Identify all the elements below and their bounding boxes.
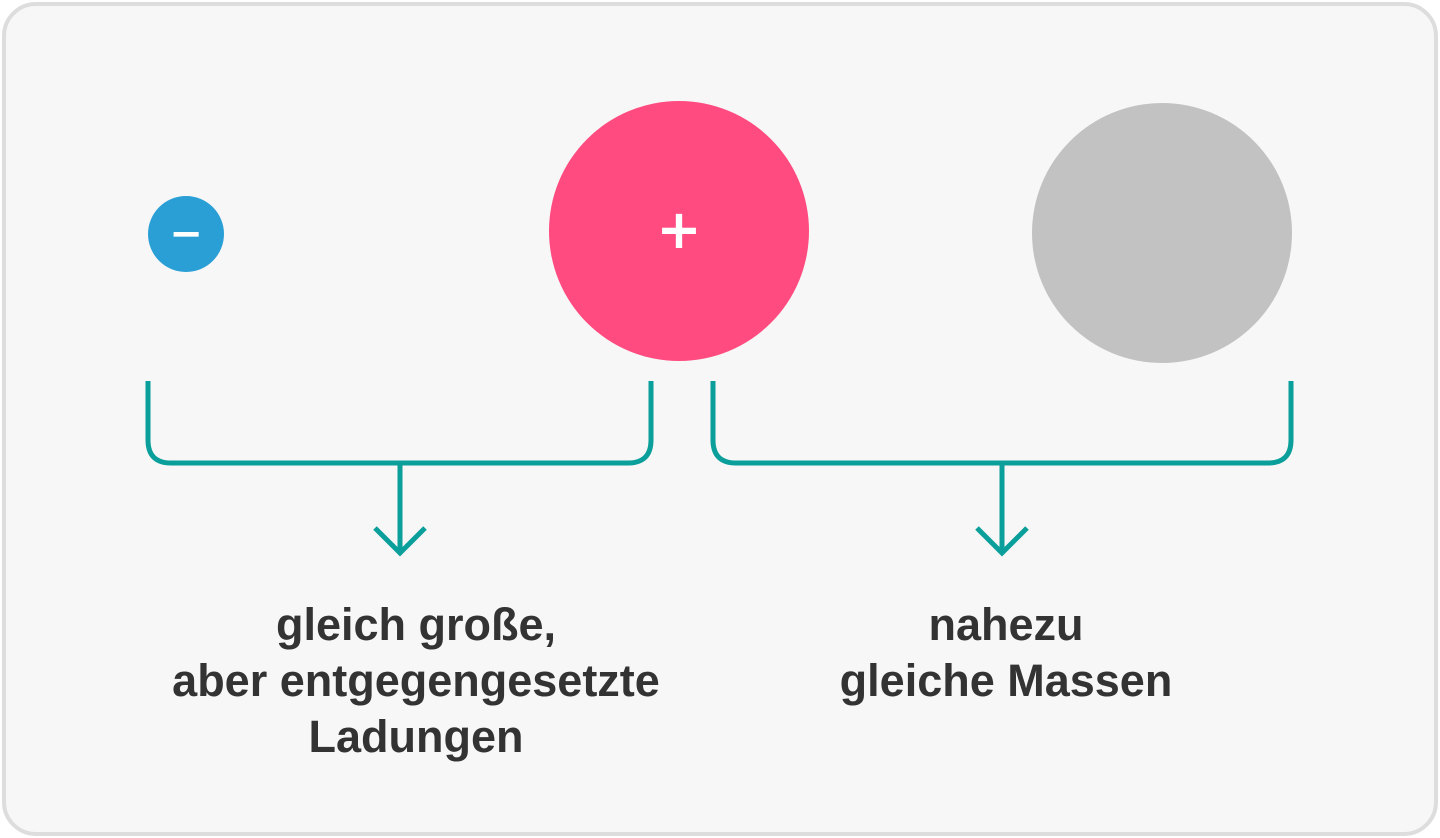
left-bracket — [145, 381, 654, 466]
right-bracket — [710, 381, 1294, 466]
mass-caption: nahezu gleiche Massen — [706, 597, 1306, 709]
mass-caption-line-2: gleiche Massen — [839, 655, 1173, 706]
charge-caption: gleich große, aber entgegengesetzte Ladu… — [86, 597, 746, 765]
charge-caption-line-2: aber entgegengesetzte — [172, 655, 660, 706]
charge-caption-line-1: gleich große, — [275, 599, 557, 650]
mass-caption-line-1: nahezu — [928, 599, 1084, 650]
diagram-panel: − + gleich große, aber entgegengesetzte … — [2, 2, 1438, 836]
charge-caption-line-3: Ladungen — [308, 711, 524, 762]
electron-sign: − — [169, 211, 203, 257]
proton-sign: + — [656, 198, 701, 261]
neutron-circle — [1032, 103, 1292, 363]
